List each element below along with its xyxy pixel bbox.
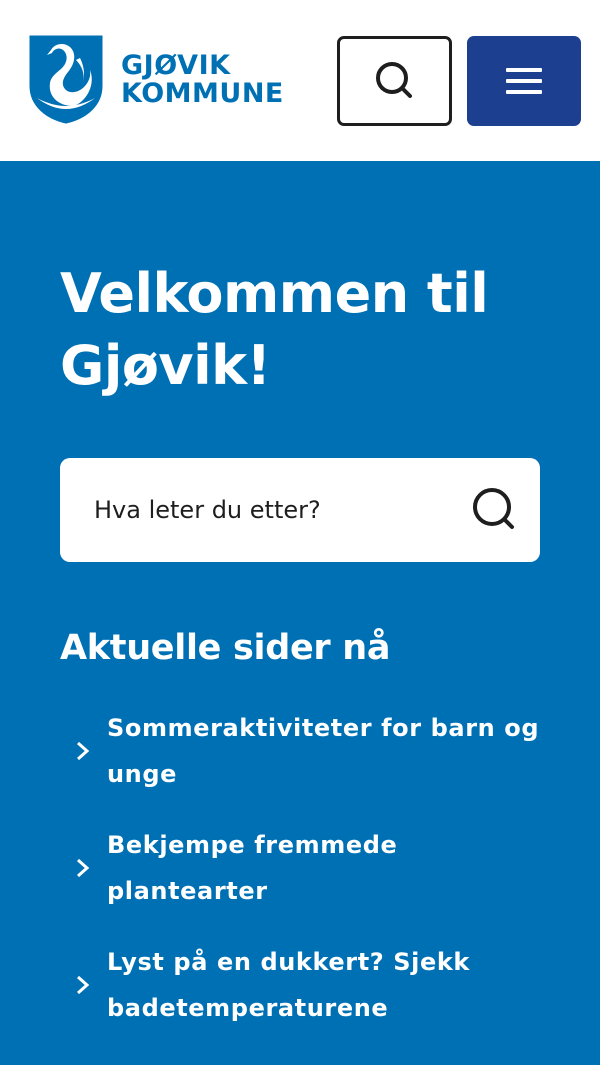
page-title: Velkommen til Gjøvik! [60, 258, 560, 402]
logo-wordmark: GJØVIK KOMMUNE [121, 52, 284, 108]
logo-line-1: GJØVIK [121, 50, 231, 81]
page-title-line-1: Velkommen til [60, 262, 489, 325]
swan-crest-icon [29, 35, 103, 124]
popular-link-invasive-plants[interactable]: Bekjempe fremmede plantearter [70, 822, 550, 914]
chevron-right-icon [77, 975, 90, 995]
link-label: Bekjempe fremmede plantearter [107, 831, 398, 905]
search-submit-button[interactable] [450, 458, 540, 562]
popular-pages-heading: Aktuelle sider nå [60, 628, 391, 668]
logo-link[interactable]: GJØVIK KOMMUNE [28, 34, 288, 128]
site-header: GJØVIK KOMMUNE [0, 0, 600, 161]
popular-link-bathing-temperatures[interactable]: Lyst på en dukkert? Sjekk badetemperatur… [70, 939, 550, 1031]
popular-link-summer-activities[interactable]: Sommeraktiviteter for barn og unge [70, 705, 550, 797]
page-title-line-2: Gjøvik! [60, 334, 271, 397]
logo-line-2: KOMMUNE [121, 78, 284, 109]
menu-icon [506, 68, 542, 94]
search-box [60, 458, 540, 562]
search-icon [473, 488, 514, 529]
search-icon [375, 62, 412, 98]
menu-button[interactable] [467, 36, 581, 126]
header-search-button[interactable] [337, 36, 452, 126]
chevron-right-icon [77, 858, 90, 878]
chevron-right-icon [77, 741, 90, 761]
link-label: Sommeraktiviteter for barn og unge [107, 714, 540, 788]
link-label: Lyst på en dukkert? Sjekk badetemperatur… [107, 948, 470, 1022]
popular-links-list: Sommeraktiviteter for barn og unge Bekje… [70, 705, 550, 1056]
search-input[interactable] [60, 458, 450, 562]
